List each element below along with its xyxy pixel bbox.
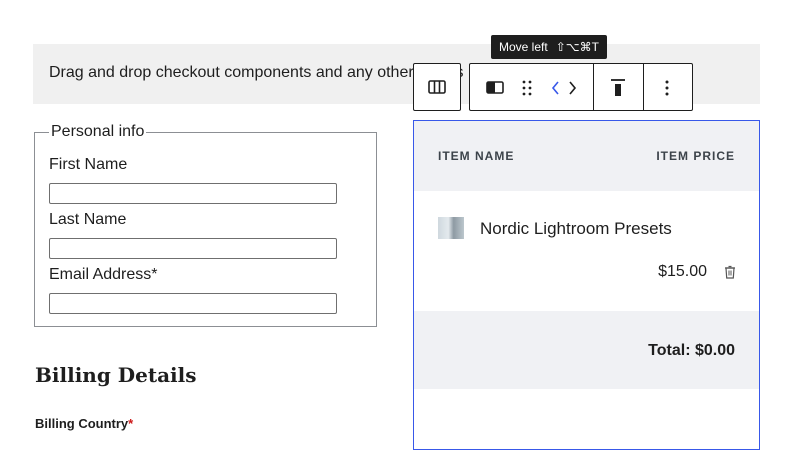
toolbar-divider [593,64,594,110]
email-label: Email Address* [49,266,158,283]
cart-item-name: Nordic Lightroom Presets [480,219,672,238]
item-price-header: ITEM PRICE [656,149,735,163]
trash-icon[interactable] [723,264,737,280]
billing-country-text: Billing Country [35,416,129,431]
select-parent-button[interactable] [413,63,461,111]
personal-info-legend: Personal info [51,123,145,140]
move-left-tooltip: Move left ⇧⌥⌘T [491,35,607,59]
product-thumbnail [438,217,464,239]
billing-details-heading: Billing Details [35,363,197,387]
drag-handle-icon[interactable] [521,79,533,97]
toolbar-divider [643,64,644,110]
columns-icon [428,80,446,94]
move-right-icon[interactable] [566,80,578,96]
block-toolbar [469,63,693,111]
align-top-icon[interactable] [610,78,626,98]
cart-item-price: $15.00 [658,263,707,280]
item-name-header: ITEM NAME [438,149,515,163]
last-name-input[interactable] [49,238,337,259]
cart-block[interactable]: ITEM NAME ITEM PRICE Nordic Lightroom Pr… [413,120,760,450]
first-name-label: First Name [49,156,128,173]
tooltip-shortcut: ⇧⌥⌘T [555,40,599,54]
move-left-icon[interactable] [550,80,562,96]
column-icon[interactable] [486,81,504,94]
cart-header: ITEM NAME ITEM PRICE [414,121,759,191]
first-name-input[interactable] [49,183,337,204]
email-input[interactable] [49,293,337,314]
last-name-label: Last Name [49,211,127,228]
cart-total: Total: $0.00 [648,342,735,359]
tooltip-label: Move left [499,40,548,54]
cart-total-row: Total: $0.00 [414,311,759,389]
billing-country-label: Billing Country* [35,416,133,431]
required-mark: * [128,416,134,431]
notice-text: Drag and drop checkout components and an… [49,64,464,81]
more-options-icon[interactable] [664,79,670,97]
